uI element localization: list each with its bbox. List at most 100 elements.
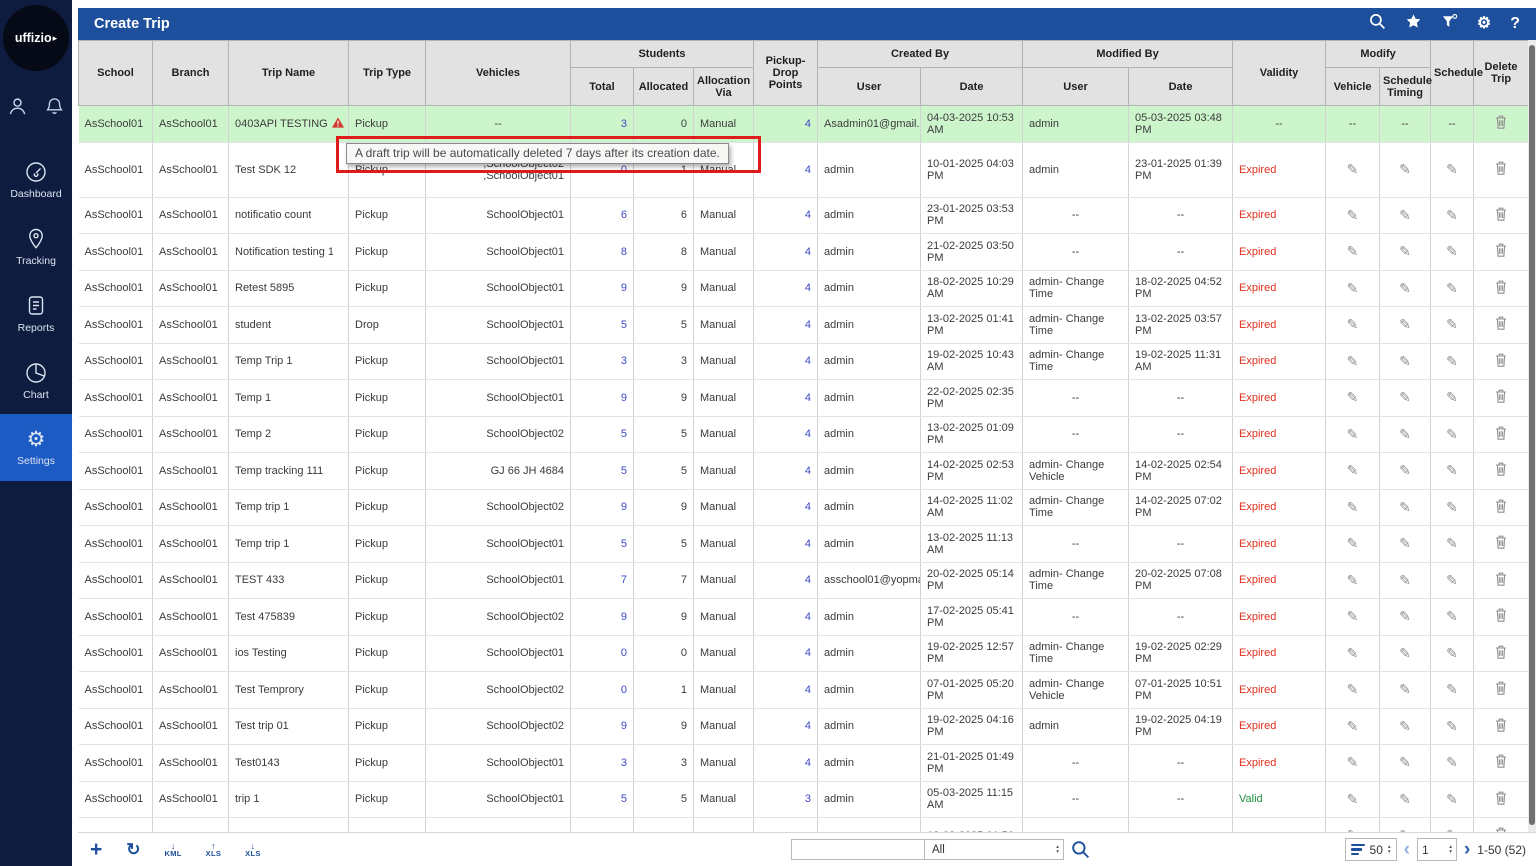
modify-vehicle-button[interactable]: ✎	[1326, 270, 1380, 307]
search-submit-icon[interactable]	[1071, 840, 1090, 859]
modify-schedule-timing-button[interactable]: ✎	[1380, 270, 1431, 307]
modify-schedule-button[interactable]: ✎	[1431, 380, 1474, 417]
cell-pickup-drop-points-link[interactable]: 4	[754, 708, 818, 745]
modify-schedule-button[interactable]: ✎	[1431, 142, 1474, 197]
cell-pickup-drop-points-link[interactable]: 3	[754, 781, 818, 818]
modify-schedule-button[interactable]: ✎	[1431, 526, 1474, 563]
search-icon[interactable]	[1369, 13, 1386, 35]
cell-pickup-drop-points-link[interactable]: 4	[754, 307, 818, 344]
cell-students-total-link[interactable]: 8	[571, 234, 634, 271]
cell-pickup-drop-points-link[interactable]: 4	[754, 489, 818, 526]
modify-vehicle-button[interactable]: ✎	[1326, 416, 1380, 453]
modify-schedule-button[interactable]: ✎	[1431, 781, 1474, 818]
delete-trip-button[interactable]	[1474, 562, 1528, 599]
cell-students-total-link[interactable]: 9	[571, 380, 634, 417]
cell-pickup-drop-points-link[interactable]: 4	[754, 526, 818, 563]
modify-vehicle-button[interactable]: ✎	[1326, 708, 1380, 745]
modify-schedule-button[interactable]: ✎	[1431, 234, 1474, 271]
settings-icon[interactable]: ⚙	[1477, 16, 1491, 32]
cell-students-total-link[interactable]: 5	[571, 781, 634, 818]
delete-trip-button[interactable]	[1474, 106, 1528, 143]
modify-schedule-timing-button[interactable]: ✎	[1380, 380, 1431, 417]
cell-pickup-drop-points-link[interactable]: 4	[754, 380, 818, 417]
modify-vehicle-button[interactable]: ✎	[1326, 635, 1380, 672]
modify-schedule-timing-button[interactable]: ✎	[1380, 672, 1431, 709]
modify-schedule-timing-button[interactable]: ✎	[1380, 343, 1431, 380]
delete-trip-button[interactable]	[1474, 599, 1528, 636]
cell-pickup-drop-points-link[interactable]: 4	[754, 453, 818, 490]
cell-students-total-link[interactable]: 5	[571, 526, 634, 563]
modify-schedule-button[interactable]: ✎	[1431, 635, 1474, 672]
cell-students-total-link[interactable]: 6	[571, 197, 634, 234]
modify-schedule-timing-button[interactable]: ✎	[1380, 708, 1431, 745]
modify-vehicle-button[interactable]: ✎	[1326, 818, 1380, 833]
modify-schedule-timing-button[interactable]: ✎	[1380, 307, 1431, 344]
delete-trip-button[interactable]	[1474, 234, 1528, 271]
delete-trip-button[interactable]	[1474, 343, 1528, 380]
modify-vehicle-button[interactable]: ✎	[1326, 197, 1380, 234]
modify-schedule-button[interactable]: ✎	[1431, 745, 1474, 782]
add-trip-button[interactable]: +	[90, 840, 102, 860]
modify-schedule-button[interactable]: ✎	[1431, 197, 1474, 234]
modify-vehicle-button[interactable]: ✎	[1326, 562, 1380, 599]
cell-pickup-drop-points-link[interactable]: 4	[754, 672, 818, 709]
cell-students-total-link[interactable]: 0	[571, 635, 634, 672]
modify-schedule-timing-button[interactable]: ✎	[1380, 489, 1431, 526]
notifications-bell-icon[interactable]	[44, 96, 65, 117]
modify-schedule-button[interactable]: ✎	[1431, 270, 1474, 307]
modify-vehicle-button[interactable]: ✎	[1326, 307, 1380, 344]
modify-schedule-timing-button[interactable]: ✎	[1380, 416, 1431, 453]
cell-students-total-link[interactable]: 0	[571, 672, 634, 709]
table-search-input[interactable]	[791, 839, 925, 860]
modify-schedule-timing-button[interactable]: ✎	[1380, 526, 1431, 563]
cell-students-total-link[interactable]: 5	[571, 416, 634, 453]
cell-pickup-drop-points-link[interactable]: 4	[754, 106, 818, 143]
modify-schedule-timing-button[interactable]: ✎	[1380, 818, 1431, 833]
modify-schedule-button[interactable]: ✎	[1431, 343, 1474, 380]
delete-trip-button[interactable]	[1474, 453, 1528, 490]
draft-warning-icon[interactable]	[332, 117, 344, 131]
modify-schedule-timing-button[interactable]: ✎	[1380, 781, 1431, 818]
cell-students-total-link[interactable]: 3	[571, 745, 634, 782]
cell-students-total-link[interactable]: 7	[571, 562, 634, 599]
modify-vehicle-button[interactable]: ✎	[1326, 142, 1380, 197]
modify-schedule-button[interactable]: ✎	[1431, 416, 1474, 453]
cell-students-total-link[interactable]: 5	[571, 453, 634, 490]
kml-download-button[interactable]: ↓ KML	[165, 843, 182, 857]
delete-trip-button[interactable]	[1474, 818, 1528, 833]
cell-pickup-drop-points-link[interactable]	[754, 818, 818, 833]
scrollbar-thumb[interactable]	[1529, 45, 1535, 825]
delete-trip-button[interactable]	[1474, 635, 1528, 672]
delete-trip-button[interactable]	[1474, 708, 1528, 745]
modify-schedule-timing-button[interactable]: ✎	[1380, 234, 1431, 271]
modify-schedule-button[interactable]: ✎	[1431, 307, 1474, 344]
user-icon[interactable]	[7, 96, 28, 117]
favorites-star-icon[interactable]	[1405, 13, 1422, 35]
modify-vehicle-button[interactable]: ✎	[1326, 526, 1380, 563]
delete-trip-button[interactable]	[1474, 197, 1528, 234]
modify-vehicle-button[interactable]: ✎	[1326, 781, 1380, 818]
cell-pickup-drop-points-link[interactable]: 4	[754, 599, 818, 636]
modify-schedule-button[interactable]: ✎	[1431, 599, 1474, 636]
next-page-button[interactable]: ›	[1464, 841, 1470, 859]
modify-vehicle-button[interactable]: ✎	[1326, 672, 1380, 709]
cell-pickup-drop-points-link[interactable]: 4	[754, 270, 818, 307]
modify-schedule-timing-button[interactable]: ✎	[1380, 453, 1431, 490]
page-size-select[interactable]: 50 ▴▾	[1345, 838, 1397, 861]
delete-trip-button[interactable]	[1474, 142, 1528, 197]
delete-trip-button[interactable]	[1474, 672, 1528, 709]
sidebar-item-dashboard[interactable]: Dashboard	[0, 146, 72, 213]
cell-pickup-drop-points-link[interactable]: 4	[754, 562, 818, 599]
modify-schedule-timing-button[interactable]: ✎	[1380, 562, 1431, 599]
xls-download-button[interactable]: ↓ XLS	[245, 843, 261, 857]
modify-schedule-timing-button[interactable]: ✎	[1380, 599, 1431, 636]
modify-vehicle-button[interactable]: ✎	[1326, 745, 1380, 782]
delete-trip-button[interactable]	[1474, 416, 1528, 453]
modify-vehicle-button[interactable]: ✎	[1326, 380, 1380, 417]
modify-vehicle-button[interactable]: ✎	[1326, 234, 1380, 271]
vertical-scrollbar[interactable]	[1528, 40, 1536, 832]
cell-students-total-link[interactable]: 9	[571, 270, 634, 307]
cell-students-total-link[interactable]: 5	[571, 307, 634, 344]
delete-trip-button[interactable]	[1474, 380, 1528, 417]
refresh-button[interactable]: ↻	[126, 840, 140, 860]
